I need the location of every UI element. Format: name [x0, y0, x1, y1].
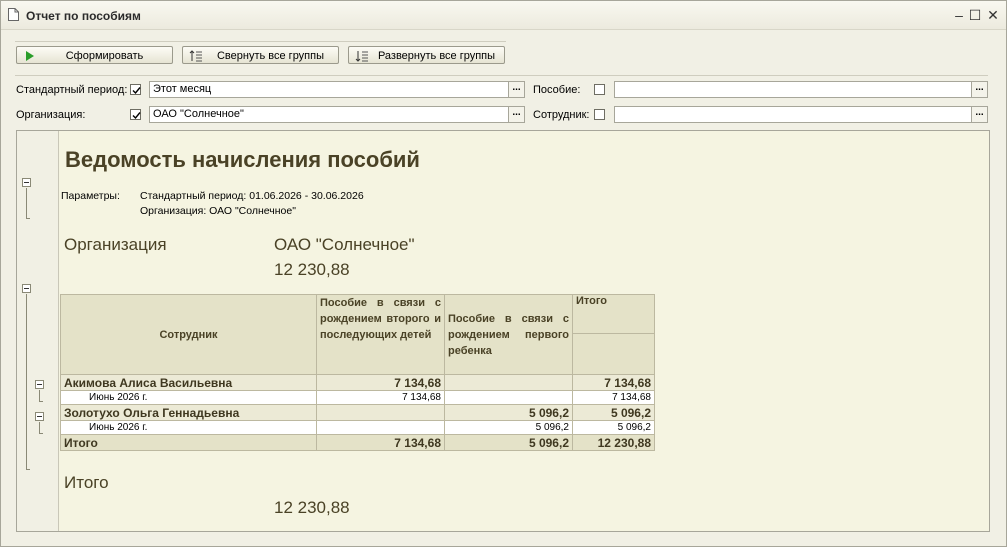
parameter-organization: Организация: ОАО "Солнечное" — [140, 205, 296, 217]
group-line — [39, 433, 43, 434]
minimize-icon[interactable]: – — [951, 7, 967, 23]
column-header-first-child: Пособие в связи с рождением первого ребе… — [444, 294, 573, 375]
column-header-total-sub — [572, 333, 655, 375]
cell-total: 7 134,68 — [572, 390, 655, 405]
collapse-employee-group-icon[interactable] — [35, 412, 44, 421]
group-line — [26, 294, 27, 469]
checkmark-icon — [132, 112, 141, 120]
period-field[interactable]: Этот месяц ... — [149, 81, 525, 98]
period-checkbox[interactable] — [130, 84, 141, 95]
cell-first-child — [444, 390, 573, 405]
table-row[interactable]: Июнь 2026 г. 5 096,2 5 096,2 — [60, 420, 655, 435]
table-row[interactable]: Июнь 2026 г. 7 134,68 7 134,68 — [60, 390, 655, 405]
employee-checkbox[interactable] — [594, 109, 605, 120]
collapse-org-group-icon[interactable] — [22, 284, 31, 293]
command-bar-divider — [15, 41, 506, 42]
cell-second-child: 7 134,68 — [316, 390, 445, 405]
totals-row[interactable]: Итого 7 134,68 5 096,2 12 230,88 — [60, 434, 655, 451]
parameters-label: Параметры: — [61, 190, 120, 202]
employee-select-button[interactable]: ... — [971, 107, 987, 122]
group-line — [39, 422, 40, 433]
expand-groups-icon — [355, 51, 368, 62]
grand-total-value: 12 230,88 — [274, 498, 350, 517]
benefit-select-button[interactable]: ... — [971, 82, 987, 97]
group-line — [39, 390, 40, 401]
expand-all-groups-button[interactable]: Развернуть все группы — [348, 46, 505, 64]
parameter-period: Стандартный период: 01.06.2026 - 30.06.2… — [140, 190, 364, 202]
group-line — [39, 401, 43, 402]
benefit-label: Пособие: — [533, 84, 581, 96]
cell-first-child — [444, 374, 573, 391]
employee-name: Акимова Алиса Васильевна — [60, 374, 317, 391]
cell-second-child — [316, 404, 445, 421]
cell-second-child — [316, 420, 445, 435]
document-icon — [8, 8, 19, 21]
benefits-table: Сотрудник Пособие в связи с рождением вт… — [60, 293, 655, 451]
report-title: Ведомость начисления пособий — [65, 147, 420, 172]
group-line — [26, 218, 30, 219]
title-bar: Отчет по пособиям – ☐ ✕ — [1, 1, 1006, 30]
maximize-icon[interactable]: ☐ — [967, 7, 983, 23]
cell-first-child: 5 096,2 — [444, 420, 573, 435]
table-row[interactable]: Золотухо Ольга Геннадьевна 5 096,2 5 096… — [60, 404, 655, 421]
organization-field[interactable]: ОАО "Солнечное" ... — [149, 106, 525, 123]
toolbar-separator — [15, 75, 988, 76]
organization-heading: Организация — [64, 235, 167, 254]
organization-select-button[interactable]: ... — [508, 107, 524, 122]
cell-second-child: 7 134,68 — [316, 374, 445, 391]
cell-total: 5 096,2 — [572, 404, 655, 421]
period-cell: Июнь 2026 г. — [60, 390, 317, 405]
employee-label: Сотрудник: — [533, 109, 590, 121]
cell-first-child: 5 096,2 — [444, 434, 573, 451]
cell-total: 7 134,68 — [572, 374, 655, 391]
period-cell: Июнь 2026 г. — [60, 420, 317, 435]
benefit-checkbox[interactable] — [594, 84, 605, 95]
period-label: Стандартный период: — [16, 84, 128, 96]
checkmark-icon — [132, 87, 141, 95]
cell-total: 5 096,2 — [572, 420, 655, 435]
employee-name: Золотухо Ольга Геннадьевна — [60, 404, 317, 421]
report-document[interactable]: Ведомость начисления пособий Параметры: … — [16, 130, 990, 532]
play-icon — [26, 51, 34, 61]
cell-first-child: 5 096,2 — [444, 404, 573, 421]
column-header-employee: Сотрудник — [60, 294, 317, 375]
table-row[interactable]: Акимова Алиса Васильевна 7 134,68 7 134,… — [60, 374, 655, 391]
collapse-employee-group-icon[interactable] — [35, 380, 44, 389]
organization-label: Организация: — [16, 109, 86, 121]
organization-total: 12 230,88 — [274, 260, 350, 279]
collapse-groups-icon — [189, 50, 202, 62]
group-line — [26, 188, 27, 218]
cell-second-child: 7 134,68 — [316, 434, 445, 451]
column-header-total: Итого — [572, 293, 655, 335]
cell-total: 12 230,88 — [572, 434, 655, 451]
organization-name: ОАО "Солнечное" — [274, 235, 415, 254]
period-select-button[interactable]: ... — [508, 82, 524, 97]
employee-field[interactable]: ... — [614, 106, 988, 123]
collapse-header-group-icon[interactable] — [22, 178, 31, 187]
close-icon[interactable]: ✕ — [985, 7, 1001, 23]
grand-total-label: Итого — [64, 473, 109, 492]
column-header-second-child: Пособие в связи с рождением второго и по… — [316, 294, 445, 375]
organization-checkbox[interactable] — [130, 109, 141, 120]
totals-label: Итого — [60, 434, 317, 451]
collapse-all-groups-button[interactable]: Свернуть все группы — [182, 46, 339, 64]
group-line — [26, 469, 30, 470]
window-title: Отчет по пособиям — [26, 9, 141, 23]
grouping-gutter — [17, 131, 59, 531]
benefit-field[interactable]: ... — [614, 81, 988, 98]
generate-button[interactable]: Сформировать — [16, 46, 173, 64]
